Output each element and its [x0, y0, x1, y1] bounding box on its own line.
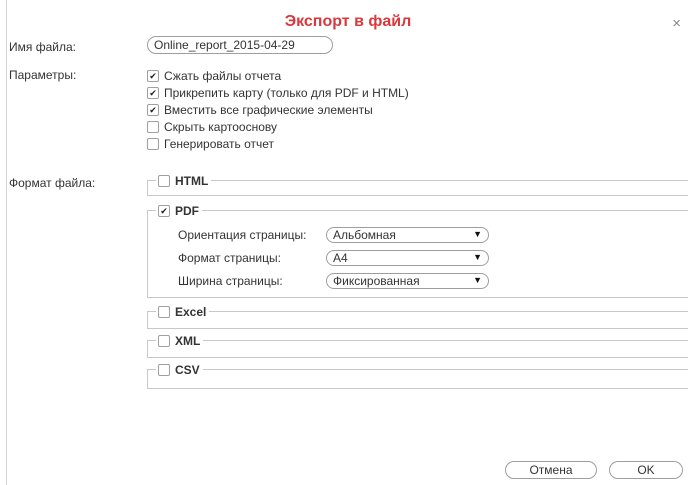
- hide-basemap-label: Скрыть картооснову: [164, 120, 278, 134]
- pdf-format-checkbox[interactable]: ✔ PDF: [156, 203, 202, 218]
- page-format-value: A4: [333, 251, 348, 265]
- chevron-down-icon: ▼: [473, 229, 482, 239]
- page-format-label: Формат страницы:: [178, 251, 281, 265]
- orientation-select[interactable]: Альбомная ▼: [326, 227, 489, 243]
- export-dialog: Экспорт в файл × Имя файла: Параметры: ✔…: [6, 0, 688, 485]
- fit-graphics-checkbox[interactable]: ✔ Вместить все графические элементы: [147, 103, 373, 117]
- file-name-input[interactable]: [147, 36, 333, 54]
- orientation-row: Ориентация страницы: Альбомная ▼: [178, 226, 489, 244]
- pdf-format-label: PDF: [175, 203, 199, 218]
- page-format-row: Формат страницы: A4 ▼: [178, 249, 489, 267]
- unchecked-box-icon[interactable]: [158, 334, 170, 347]
- cancel-button[interactable]: Отмена: [505, 461, 597, 479]
- xml-format-group: XML: [147, 333, 688, 358]
- unchecked-box-icon[interactable]: [147, 121, 159, 133]
- page-width-row: Ширина страницы: Фиксированная ▼: [178, 272, 489, 290]
- check-icon[interactable]: ✔: [147, 70, 159, 82]
- chevron-down-icon: ▼: [473, 252, 482, 262]
- page-width-select[interactable]: Фиксированная ▼: [326, 273, 489, 289]
- csv-format-label: CSV: [175, 362, 200, 377]
- unchecked-box-icon[interactable]: [158, 305, 170, 318]
- page-width-value: Фиксированная: [333, 274, 420, 288]
- xml-format-label: XML: [175, 333, 201, 348]
- unchecked-box-icon[interactable]: [158, 174, 170, 187]
- page-width-label: Ширина страницы:: [178, 274, 283, 288]
- compress-files-label: Сжать файлы отчета: [164, 69, 282, 83]
- compress-files-checkbox[interactable]: ✔ Сжать файлы отчета: [147, 69, 281, 83]
- generate-report-checkbox[interactable]: Генерировать отчет: [147, 137, 274, 151]
- fit-graphics-label: Вместить все графические элементы: [164, 103, 373, 117]
- csv-format-group: CSV: [147, 362, 688, 389]
- hide-basemap-checkbox[interactable]: Скрыть картооснову: [147, 120, 277, 134]
- html-format-group: HTML: [147, 173, 688, 196]
- html-format-checkbox[interactable]: HTML: [156, 173, 212, 188]
- attach-map-label: Прикрепить карту (только для PDF и HTML): [164, 86, 409, 100]
- html-format-label: HTML: [175, 173, 209, 188]
- file-format-label: Формат файла:: [9, 176, 96, 190]
- file-name-label: Имя файла:: [9, 40, 76, 54]
- excel-format-group: Excel: [147, 304, 688, 329]
- attach-map-checkbox[interactable]: ✔ Прикрепить карту (только для PDF и HTM…: [147, 86, 409, 100]
- excel-format-label: Excel: [175, 304, 207, 319]
- close-icon[interactable]: ×: [672, 16, 681, 31]
- check-icon[interactable]: ✔: [147, 104, 159, 116]
- orientation-value: Альбомная: [333, 228, 396, 242]
- excel-format-checkbox[interactable]: Excel: [156, 304, 210, 319]
- pdf-format-group: ✔ PDF Ориентация страницы: Альбомная ▼ Ф…: [147, 203, 688, 298]
- unchecked-box-icon[interactable]: [158, 363, 170, 376]
- check-icon[interactable]: ✔: [158, 204, 170, 217]
- page-format-select[interactable]: A4 ▼: [326, 250, 489, 266]
- chevron-down-icon: ▼: [473, 275, 482, 285]
- dialog-title: Экспорт в файл: [284, 13, 412, 30]
- orientation-label: Ориентация страницы:: [178, 228, 307, 242]
- parameters-label: Параметры:: [9, 68, 77, 82]
- ok-button[interactable]: OK: [609, 461, 683, 479]
- check-icon[interactable]: ✔: [147, 87, 159, 99]
- unchecked-box-icon[interactable]: [147, 138, 159, 150]
- generate-report-label: Генерировать отчет: [164, 137, 275, 151]
- csv-format-checkbox[interactable]: CSV: [156, 362, 203, 377]
- xml-format-checkbox[interactable]: XML: [156, 333, 204, 348]
